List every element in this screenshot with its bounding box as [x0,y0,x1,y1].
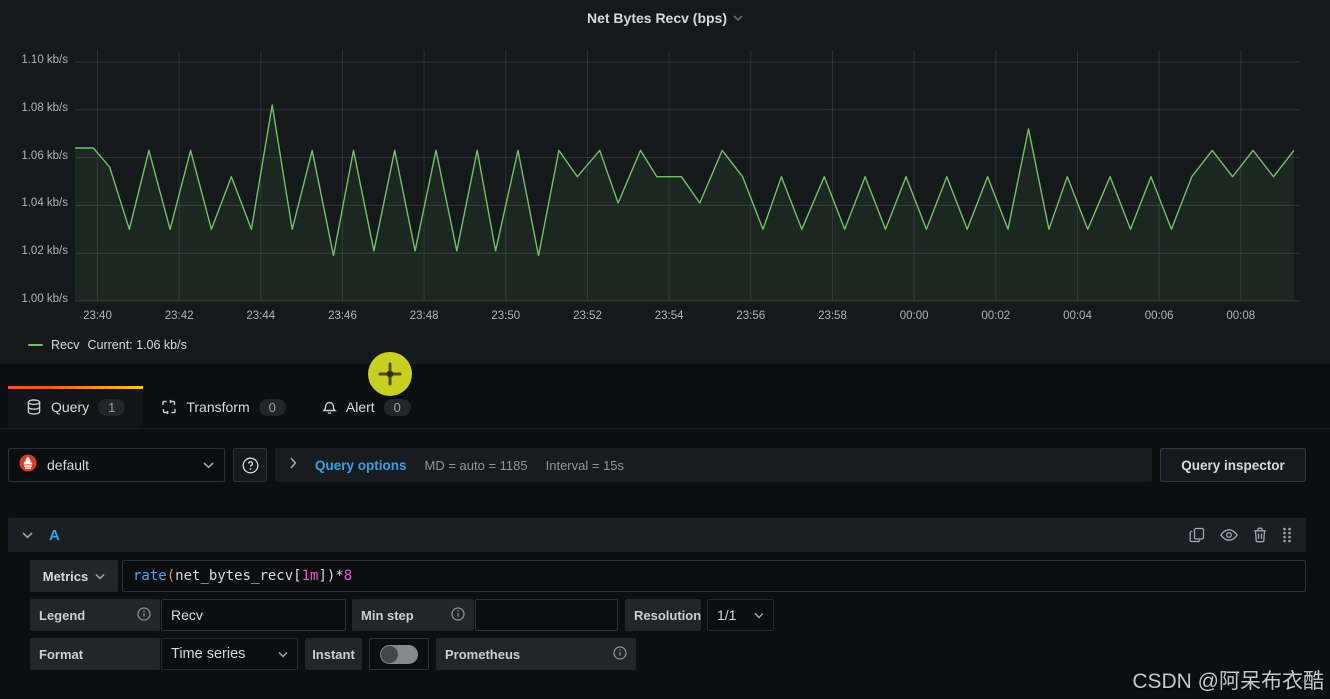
tab-alert[interactable]: Alert 0 [304,386,429,428]
panel-header[interactable]: Net Bytes Recv (bps) [0,0,1330,36]
drag-handle-icon[interactable] [1282,527,1292,543]
legend-current-value: Current: 1.06 kb/s [87,338,187,352]
x-axis-tick-label: 23:46 [328,310,357,322]
legend-info-icon[interactable] [137,606,151,624]
datasource-name: default [47,457,90,473]
instant-label: Instant [305,638,362,670]
x-axis-tick-label: 23:44 [246,310,276,322]
min-step-info-icon[interactable] [451,606,465,624]
promql-expression-input[interactable]: rate(net_bytes_recv[1m])*8 [122,560,1306,592]
chevron-down-icon [95,573,105,580]
x-axis-tick-label: 23:58 [818,310,847,322]
panel-edit-tabbar: Query 1 Transform 0 Alert 0 [0,386,1330,429]
y-axis-tick-label: 1.00 kb/s [21,293,68,305]
x-axis-tick-label: 23:56 [736,310,766,322]
expr-token: 1m [301,568,319,584]
legend-field-label: Legend [30,599,160,631]
legend-series-color-dash [28,344,43,346]
toggle-track [380,644,418,664]
legend-series-name[interactable]: Recv [51,338,79,352]
y-axis-tick-label: 1.02 kb/s [21,245,68,258]
expr-token: ( [166,568,176,584]
tab-alert-count-badge: 0 [383,398,411,416]
legend-format-input[interactable]: Recv [161,599,346,631]
datasource-chevron-down-icon [203,456,214,474]
expr-token: net_bytes_recv [175,568,294,584]
metrics-dropdown[interactable]: Metrics [30,560,118,592]
chart-panel: 1.10 kb/s 1.08 kb/s 1.06 kb/s 1.04 kb/s 1.02… [0,0,1330,364]
y-axis-tick-label: 1.10 kb/s [21,54,68,66]
instant-toggle[interactable] [369,638,429,670]
expr-token: rate [133,568,167,584]
expr-token: 8 [343,568,353,584]
metrics-dropdown-label: Metrics [42,568,89,584]
format-select[interactable]: Time series [161,638,298,670]
csdn-watermark: CSDN @阿呆布衣酷 [1132,670,1324,693]
prometheus-info-icon[interactable] [613,645,627,663]
x-axis-tick-label: 00:08 [1226,310,1256,322]
query-row-actions [1189,527,1292,543]
expr-token: ] [318,568,327,584]
query-options-bar: Query options MD = auto = 1185 Interval … [275,448,1152,482]
query-options-toggle[interactable]: Query options [315,458,407,473]
x-axis-tick-label: 00:06 [1144,310,1174,322]
time-series-chart[interactable] [0,0,1330,332]
x-axis-tick-label: 23:48 [409,310,439,322]
x-axis-tick-label: 23:50 [491,310,521,322]
help-question-icon [242,457,258,473]
disable-query-eye-icon[interactable] [1220,528,1238,542]
x-axis-tick-label: 00:00 [899,310,929,322]
datasource-help-button[interactable] [233,448,267,482]
y-axis-tick-label: 1.06 kb/s [21,149,68,162]
max-data-points-text: MD = auto = 1185 [424,457,528,473]
bell-icon [322,399,337,415]
chevron-down-icon [278,651,288,658]
min-step-label: Min step [352,599,474,631]
duplicate-query-icon[interactable] [1189,527,1205,543]
delete-query-trash-icon[interactable] [1253,527,1267,543]
chevron-down-icon [754,612,764,619]
tab-alert-label: Alert [345,399,375,415]
x-axis-tick-label: 00:04 [1063,310,1092,322]
grafana-panel-edit-screen: 1.10 kb/s 1.08 kb/s 1.06 kb/s 1.04 kb/s 1.02… [0,0,1330,699]
interval-text: Interval = 15s [545,457,625,473]
x-axis-tick-label: 23:54 [654,310,684,322]
panel-title: Net Bytes Recv (bps) [586,10,728,26]
tab-query[interactable]: Query 1 [8,386,144,428]
expr-token: * [335,568,344,584]
tab-transform-label: Transform [186,399,250,415]
tab-transform[interactable]: Transform 0 [143,386,304,428]
resolution-label: Resolution [625,599,701,631]
tab-query-count-badge: 1 [98,398,126,416]
query-ref-id: A [49,526,60,544]
collapse-chevron-down-icon[interactable] [22,526,33,544]
chevron-right-icon[interactable] [289,456,297,474]
y-axis-tick-label: 1.08 kb/s [21,101,68,114]
query-row-header[interactable]: A [8,518,1306,552]
datasource-picker[interactable]: default [8,448,225,482]
query-inspector-button[interactable]: Query inspector [1160,448,1306,482]
toggle-knob [381,645,398,663]
expr-token: [ [293,568,302,584]
prometheus-type-label: Prometheus [436,638,636,670]
database-icon [26,399,42,415]
resolution-select[interactable]: 1/1 [707,599,774,631]
tab-transform-count-badge: 0 [258,398,286,416]
x-axis-tick-label: 23:52 [573,310,602,322]
tab-query-label: Query [51,399,90,415]
min-step-input[interactable] [475,599,618,631]
x-axis-tick-label: 23:40 [83,310,112,322]
prometheus-logo-icon [19,454,37,477]
format-label: Format [30,638,160,670]
y-axis-tick-label: 1.04 kb/s [21,197,68,210]
transform-icon [161,399,177,415]
panel-menu-chevron-icon[interactable] [733,9,743,27]
x-axis-tick-label: 23:42 [164,310,194,322]
x-axis-tick-label: 00:02 [981,310,1011,322]
chart-legend: Recv Current: 1.06 kb/s [28,338,187,352]
